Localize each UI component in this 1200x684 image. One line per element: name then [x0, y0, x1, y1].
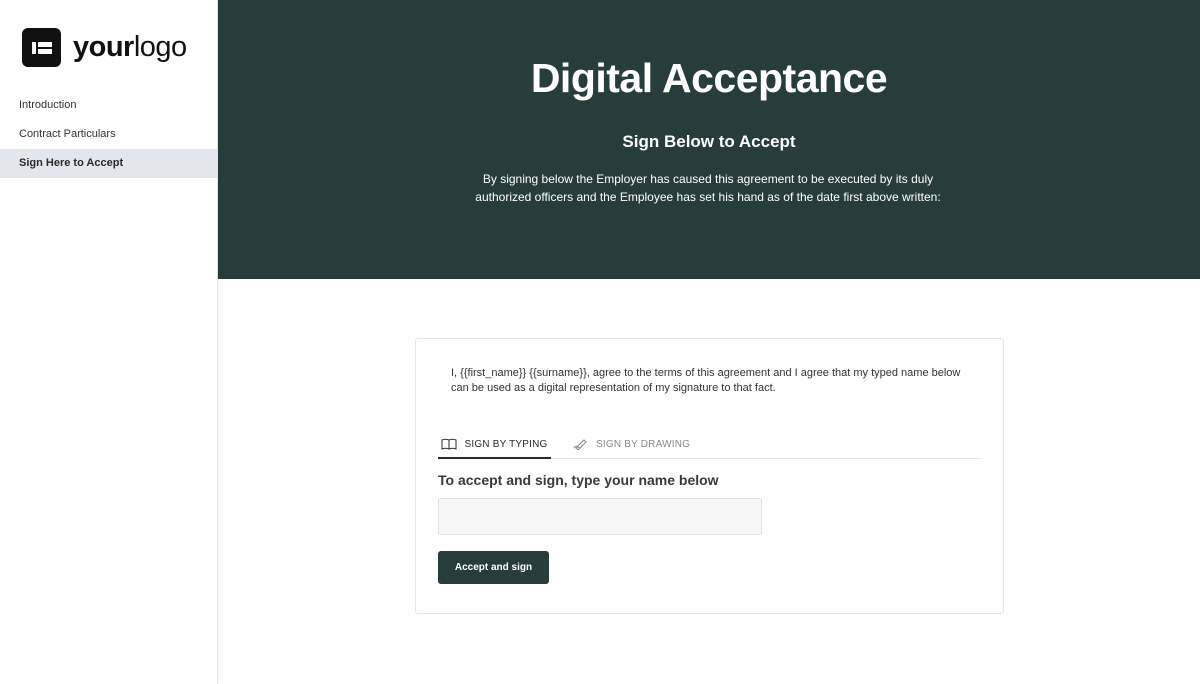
app-root: yourlogo Introduction Contract Particula…: [0, 0, 1200, 684]
hero-description: By signing below the Employer has caused…: [475, 172, 941, 204]
tab-sign-by-drawing[interactable]: SIGN BY DRAWING: [573, 431, 693, 457]
page-title: Digital Acceptance: [530, 55, 888, 101]
sidebar-nav: Introduction Contract Particulars Sign H…: [0, 91, 217, 178]
logo: yourlogo: [22, 28, 187, 67]
logo-text-light: logo: [133, 31, 187, 63]
signature-tabs: SIGN BY TYPING SIGN BY DRAWING: [438, 431, 982, 459]
logo-text: yourlogo: [73, 31, 187, 64]
agreement-statement: I, {{first_name}} {{surname}}, agree to …: [451, 367, 961, 394]
keyboard-icon: [441, 438, 457, 450]
logo-mark-icon: [22, 28, 61, 67]
logo-text-bold: your: [73, 31, 134, 63]
pen-icon: [573, 438, 589, 450]
tab-sign-by-typing[interactable]: SIGN BY TYPING: [438, 431, 551, 459]
signature-card: I, {{first_name}} {{surname}}, agree to …: [415, 338, 1004, 614]
sidebar: yourlogo Introduction Contract Particula…: [0, 0, 218, 684]
tab-sign-by-typing-label: SIGN BY TYPING: [464, 438, 548, 450]
name-field-label: To accept and sign, type your name below: [438, 472, 719, 488]
tab-sign-by-drawing-label: SIGN BY DRAWING: [596, 438, 691, 450]
sidebar-item-sign-here[interactable]: Sign Here to Accept: [0, 149, 217, 178]
typed-name-input[interactable]: [438, 498, 762, 535]
sidebar-item-contract-particulars[interactable]: Contract Particulars: [0, 120, 217, 149]
hero-header: Digital Acceptance Sign Below to Accept …: [218, 0, 1200, 279]
page-subtitle: Sign Below to Accept: [622, 132, 796, 151]
accept-and-sign-button[interactable]: Accept and sign: [438, 551, 549, 584]
sidebar-item-introduction[interactable]: Introduction: [0, 91, 217, 120]
